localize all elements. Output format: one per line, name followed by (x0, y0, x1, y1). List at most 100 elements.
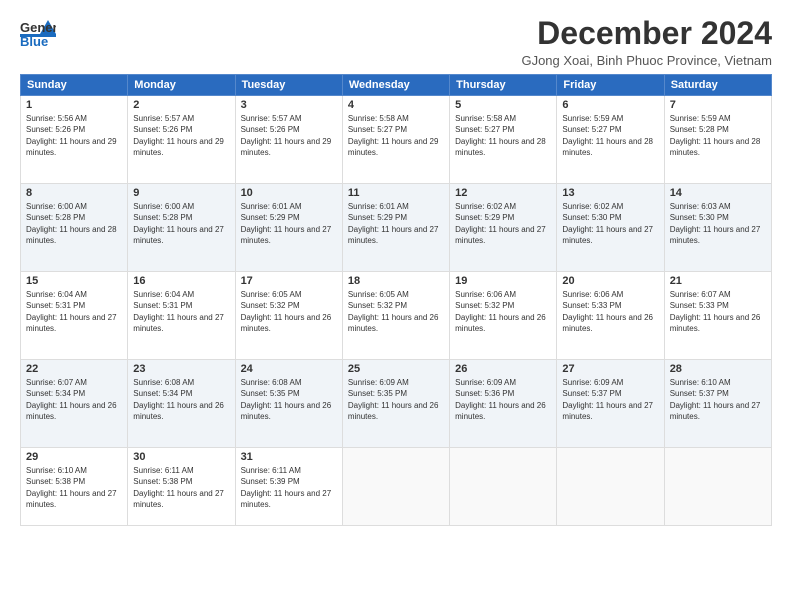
cell-info: Sunrise: 5:57 AMSunset: 5:26 PMDaylight:… (133, 114, 224, 157)
table-row: 31 Sunrise: 6:11 AMSunset: 5:39 PMDaylig… (235, 448, 342, 526)
col-saturday: Saturday (664, 75, 771, 96)
cell-info: Sunrise: 6:04 AMSunset: 5:31 PMDaylight:… (26, 290, 117, 333)
cell-info: Sunrise: 6:04 AMSunset: 5:31 PMDaylight:… (133, 290, 224, 333)
table-row: 23 Sunrise: 6:08 AMSunset: 5:34 PMDaylig… (128, 360, 235, 448)
cell-info: Sunrise: 6:00 AMSunset: 5:28 PMDaylight:… (133, 202, 224, 245)
table-row: 10 Sunrise: 6:01 AMSunset: 5:29 PMDaylig… (235, 184, 342, 272)
table-row: 6 Sunrise: 5:59 AMSunset: 5:27 PMDayligh… (557, 96, 664, 184)
cell-info: Sunrise: 5:56 AMSunset: 5:26 PMDaylight:… (26, 114, 117, 157)
month-title: December 2024 (521, 16, 772, 51)
day-number: 27 (562, 363, 658, 375)
table-row: 15 Sunrise: 6:04 AMSunset: 5:31 PMDaylig… (21, 272, 128, 360)
day-number: 25 (348, 363, 444, 375)
day-number: 9 (133, 187, 229, 199)
day-number: 13 (562, 187, 658, 199)
day-number: 22 (26, 363, 122, 375)
calendar-table: Sunday Monday Tuesday Wednesday Thursday… (20, 74, 772, 526)
cell-info: Sunrise: 6:05 AMSunset: 5:32 PMDaylight:… (348, 290, 439, 333)
table-row: 2 Sunrise: 5:57 AMSunset: 5:26 PMDayligh… (128, 96, 235, 184)
col-friday: Friday (557, 75, 664, 96)
col-tuesday: Tuesday (235, 75, 342, 96)
table-row: 19 Sunrise: 6:06 AMSunset: 5:32 PMDaylig… (450, 272, 557, 360)
table-row: 8 Sunrise: 6:00 AMSunset: 5:28 PMDayligh… (21, 184, 128, 272)
day-number: 17 (241, 275, 337, 287)
cell-info: Sunrise: 5:58 AMSunset: 5:27 PMDaylight:… (348, 114, 439, 157)
table-row: 21 Sunrise: 6:07 AMSunset: 5:33 PMDaylig… (664, 272, 771, 360)
day-number: 28 (670, 363, 766, 375)
cell-info: Sunrise: 6:08 AMSunset: 5:35 PMDaylight:… (241, 378, 332, 421)
col-sunday: Sunday (21, 75, 128, 96)
cell-info: Sunrise: 6:10 AMSunset: 5:37 PMDaylight:… (670, 378, 761, 421)
table-row (557, 448, 664, 526)
table-row: 25 Sunrise: 6:09 AMSunset: 5:35 PMDaylig… (342, 360, 449, 448)
table-row: 26 Sunrise: 6:09 AMSunset: 5:36 PMDaylig… (450, 360, 557, 448)
table-row: 22 Sunrise: 6:07 AMSunset: 5:34 PMDaylig… (21, 360, 128, 448)
cell-info: Sunrise: 6:03 AMSunset: 5:30 PMDaylight:… (670, 202, 761, 245)
location: GJong Xoai, Binh Phuoc Province, Vietnam (521, 53, 772, 68)
cell-info: Sunrise: 6:00 AMSunset: 5:28 PMDaylight:… (26, 202, 117, 245)
table-row: 30 Sunrise: 6:11 AMSunset: 5:38 PMDaylig… (128, 448, 235, 526)
table-row (342, 448, 449, 526)
day-number: 5 (455, 99, 551, 111)
col-wednesday: Wednesday (342, 75, 449, 96)
day-number: 31 (241, 451, 337, 463)
table-row: 11 Sunrise: 6:01 AMSunset: 5:29 PMDaylig… (342, 184, 449, 272)
table-row: 5 Sunrise: 5:58 AMSunset: 5:27 PMDayligh… (450, 96, 557, 184)
day-number: 30 (133, 451, 229, 463)
table-row: 9 Sunrise: 6:00 AMSunset: 5:28 PMDayligh… (128, 184, 235, 272)
table-row (664, 448, 771, 526)
cell-info: Sunrise: 6:07 AMSunset: 5:33 PMDaylight:… (670, 290, 761, 333)
day-number: 8 (26, 187, 122, 199)
table-row: 13 Sunrise: 6:02 AMSunset: 5:30 PMDaylig… (557, 184, 664, 272)
day-number: 2 (133, 99, 229, 111)
day-number: 20 (562, 275, 658, 287)
col-monday: Monday (128, 75, 235, 96)
table-row: 12 Sunrise: 6:02 AMSunset: 5:29 PMDaylig… (450, 184, 557, 272)
day-number: 12 (455, 187, 551, 199)
day-number: 11 (348, 187, 444, 199)
cell-info: Sunrise: 6:01 AMSunset: 5:29 PMDaylight:… (348, 202, 439, 245)
table-row: 20 Sunrise: 6:06 AMSunset: 5:33 PMDaylig… (557, 272, 664, 360)
table-row: 24 Sunrise: 6:08 AMSunset: 5:35 PMDaylig… (235, 360, 342, 448)
table-row (450, 448, 557, 526)
cell-info: Sunrise: 6:06 AMSunset: 5:32 PMDaylight:… (455, 290, 546, 333)
logo: General Blue (20, 16, 56, 52)
day-number: 10 (241, 187, 337, 199)
day-number: 29 (26, 451, 122, 463)
cell-info: Sunrise: 6:02 AMSunset: 5:29 PMDaylight:… (455, 202, 546, 245)
day-number: 23 (133, 363, 229, 375)
table-row: 16 Sunrise: 6:04 AMSunset: 5:31 PMDaylig… (128, 272, 235, 360)
day-number: 16 (133, 275, 229, 287)
day-number: 24 (241, 363, 337, 375)
svg-text:General: General (20, 20, 56, 35)
day-number: 19 (455, 275, 551, 287)
day-number: 14 (670, 187, 766, 199)
cell-info: Sunrise: 6:11 AMSunset: 5:38 PMDaylight:… (133, 466, 224, 509)
cell-info: Sunrise: 6:07 AMSunset: 5:34 PMDaylight:… (26, 378, 117, 421)
cell-info: Sunrise: 6:11 AMSunset: 5:39 PMDaylight:… (241, 466, 332, 509)
svg-text:Blue: Blue (20, 34, 48, 49)
day-number: 6 (562, 99, 658, 111)
cell-info: Sunrise: 6:05 AMSunset: 5:32 PMDaylight:… (241, 290, 332, 333)
table-row: 1 Sunrise: 5:56 AMSunset: 5:26 PMDayligh… (21, 96, 128, 184)
day-number: 7 (670, 99, 766, 111)
table-row: 29 Sunrise: 6:10 AMSunset: 5:38 PMDaylig… (21, 448, 128, 526)
cell-info: Sunrise: 5:58 AMSunset: 5:27 PMDaylight:… (455, 114, 546, 157)
header: General Blue December 2024 GJong Xoai, B… (20, 16, 772, 68)
page: General Blue December 2024 GJong Xoai, B… (0, 0, 792, 612)
day-number: 26 (455, 363, 551, 375)
logo-icon: General Blue (20, 16, 56, 52)
cell-info: Sunrise: 6:02 AMSunset: 5:30 PMDaylight:… (562, 202, 653, 245)
day-number: 21 (670, 275, 766, 287)
cell-info: Sunrise: 6:09 AMSunset: 5:37 PMDaylight:… (562, 378, 653, 421)
table-row: 4 Sunrise: 5:58 AMSunset: 5:27 PMDayligh… (342, 96, 449, 184)
cell-info: Sunrise: 6:10 AMSunset: 5:38 PMDaylight:… (26, 466, 117, 509)
day-number: 1 (26, 99, 122, 111)
day-number: 18 (348, 275, 444, 287)
day-number: 15 (26, 275, 122, 287)
table-row: 7 Sunrise: 5:59 AMSunset: 5:28 PMDayligh… (664, 96, 771, 184)
cell-info: Sunrise: 5:57 AMSunset: 5:26 PMDaylight:… (241, 114, 332, 157)
day-number: 3 (241, 99, 337, 111)
cell-info: Sunrise: 6:08 AMSunset: 5:34 PMDaylight:… (133, 378, 224, 421)
cell-info: Sunrise: 6:09 AMSunset: 5:36 PMDaylight:… (455, 378, 546, 421)
